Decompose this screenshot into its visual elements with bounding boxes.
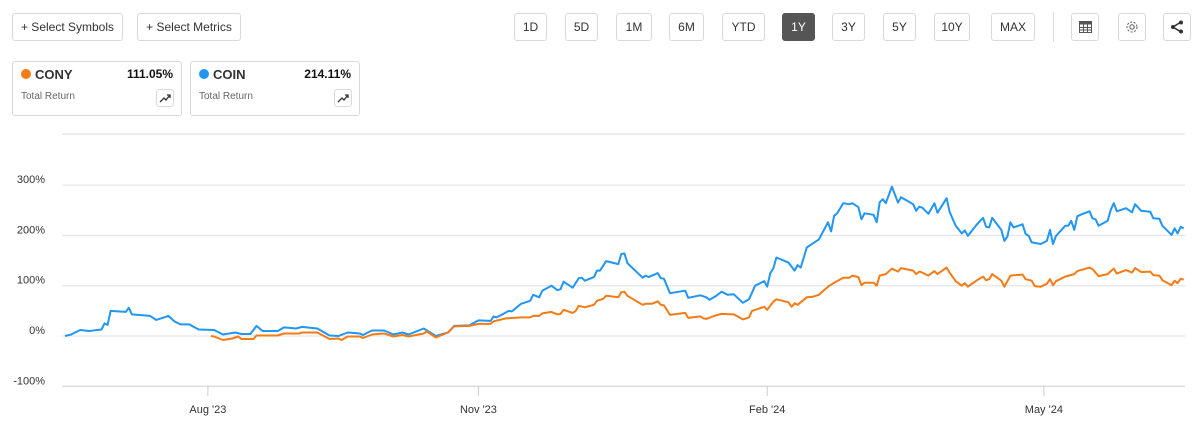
y-tick-label: 200% bbox=[17, 224, 45, 236]
total-return-chart: 300% 200% 100% 0% -100% Aug '23 Nov '23 Feb '24… bbox=[13, 133, 1185, 416]
x-tick-label: Nov '23 bbox=[460, 404, 497, 416]
series-line-coin bbox=[64, 185, 1185, 337]
y-tick-label: 300% bbox=[17, 174, 45, 186]
series-line-cony bbox=[210, 266, 1185, 341]
x-tick-label: May '24 bbox=[1025, 404, 1063, 416]
y-tick-label: 100% bbox=[17, 275, 45, 287]
x-tick-label: Feb '24 bbox=[749, 404, 785, 416]
y-tick-label: -100% bbox=[13, 375, 45, 387]
y-tick-label: 0% bbox=[29, 325, 45, 337]
x-tick-label: Aug '23 bbox=[189, 404, 226, 416]
